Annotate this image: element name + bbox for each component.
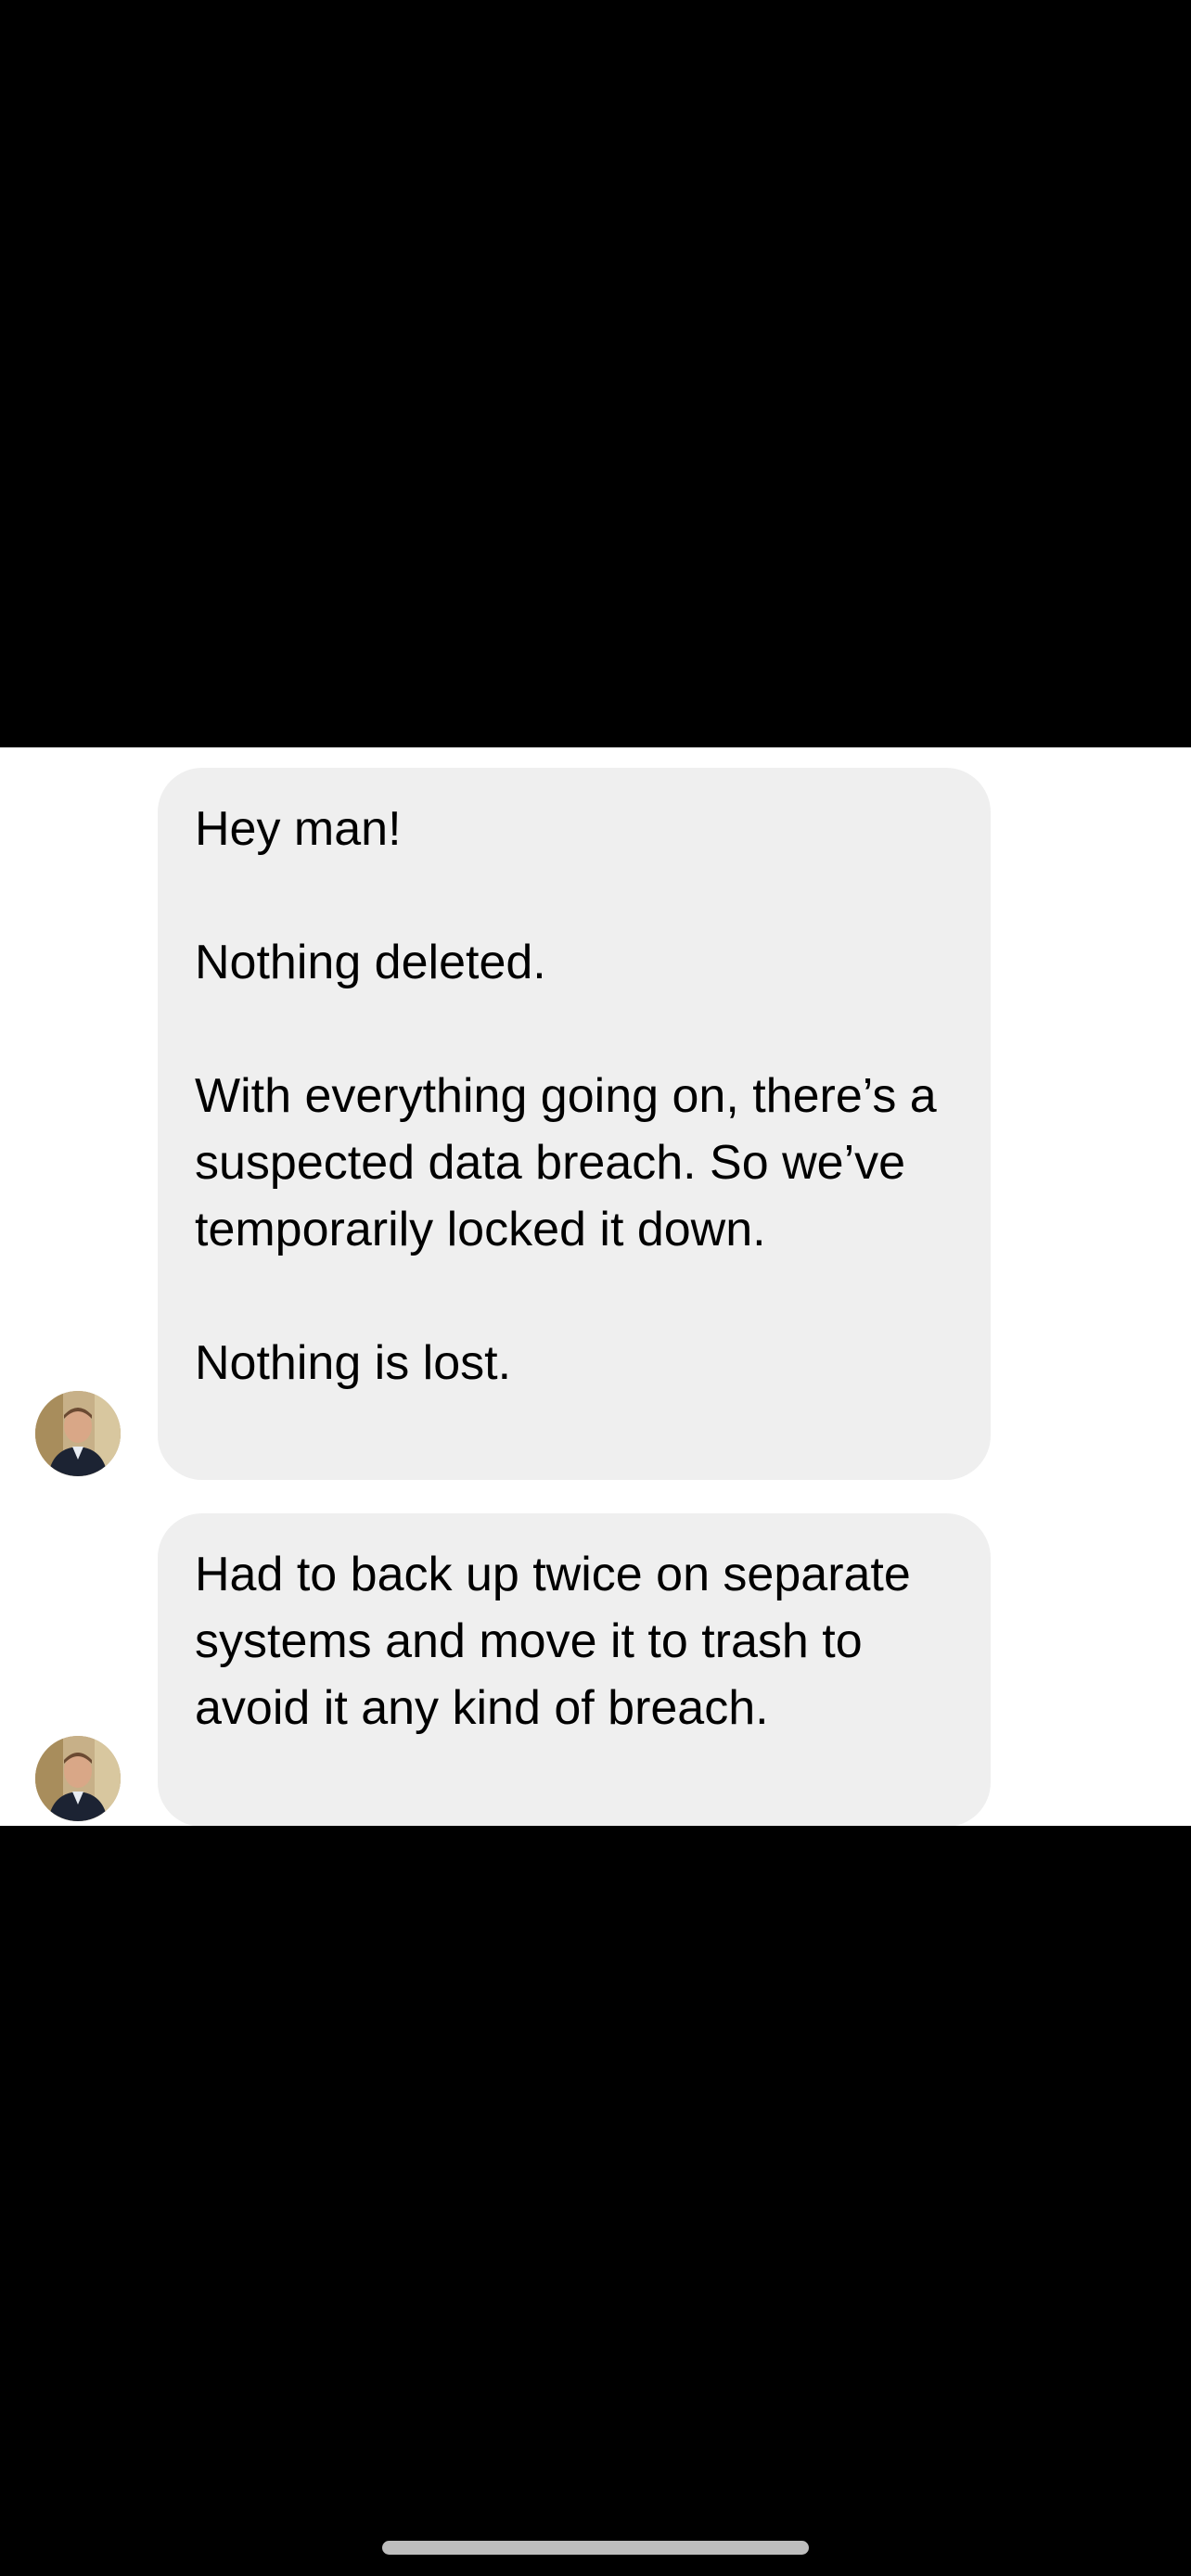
home-indicator[interactable] [382, 2541, 809, 2555]
avatar-photo-icon [35, 1391, 121, 1476]
chat-thread[interactable]: Hey man! Nothing deleted. With everythin… [0, 747, 1191, 1827]
letterbox-top [0, 0, 1191, 747]
sender-avatar[interactable] [35, 1736, 121, 1821]
message-text: Hey man! [195, 802, 402, 856]
message-text: Nothing deleted. [195, 936, 546, 989]
message-text: Had to back up twice on separate systems… [195, 1548, 911, 1735]
message-text: With everything going on, there’s a susp… [195, 1069, 937, 1256]
letterbox-bottom [0, 1826, 1191, 2576]
message-bubble[interactable]: Had to back up twice on separate systems… [158, 1513, 991, 1827]
sender-avatar[interactable] [35, 1391, 121, 1476]
message-text: Nothing is lost. [195, 1336, 512, 1390]
message-bubble[interactable]: Hey man! Nothing deleted. With everythin… [158, 768, 991, 1480]
avatar-photo-icon [35, 1736, 121, 1821]
